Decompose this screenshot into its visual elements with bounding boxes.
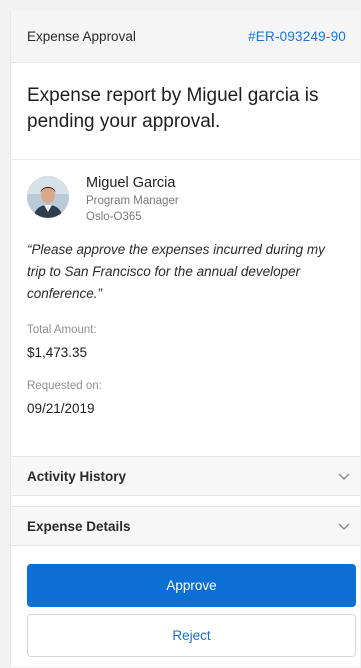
chevron-down-icon: [338, 523, 350, 530]
requester-name: Miguel Garcia: [86, 175, 176, 191]
expense-details-toggle[interactable]: Expense Details: [11, 506, 360, 546]
activity-history-label: Activity History: [27, 468, 127, 484]
expense-details-label: Expense Details: [27, 518, 131, 534]
approval-headline: Expense report by Miguel garcia is pendi…: [11, 63, 360, 160]
header-title: Expense Approval: [27, 28, 136, 44]
total-amount-value: $1,473.35: [27, 345, 88, 360]
requester-comment: “Please approve the expenses incurred du…: [27, 242, 325, 301]
requester-org: Oslo-O365: [86, 211, 142, 223]
card-body: Miguel Garcia Program Manager Oslo-O365 …: [11, 160, 360, 416]
avatar-photo: [27, 176, 69, 218]
chevron-down-icon: [338, 473, 350, 480]
total-amount-label: Total Amount:: [27, 324, 97, 336]
requester-info: Miguel Garcia Program Manager Oslo-O365: [86, 174, 179, 225]
card-header: Expense Approval #ER-093249-90: [11, 10, 360, 63]
approve-button[interactable]: Approve: [27, 564, 356, 607]
requested-on-label: Requested on:: [27, 380, 102, 392]
requester-block: Miguel Garcia Program Manager Oslo-O365: [27, 160, 344, 225]
avatar: [27, 176, 69, 218]
activity-history-toggle[interactable]: Activity History: [11, 456, 360, 496]
requester-role: Program Manager: [86, 195, 179, 207]
expense-approval-card: Expense Approval #ER-093249-90 Expense r…: [10, 10, 360, 667]
reject-button[interactable]: Reject: [27, 614, 356, 657]
report-id-link[interactable]: #ER-093249-90: [248, 29, 346, 44]
requested-on-value: 09/21/2019: [27, 401, 95, 416]
